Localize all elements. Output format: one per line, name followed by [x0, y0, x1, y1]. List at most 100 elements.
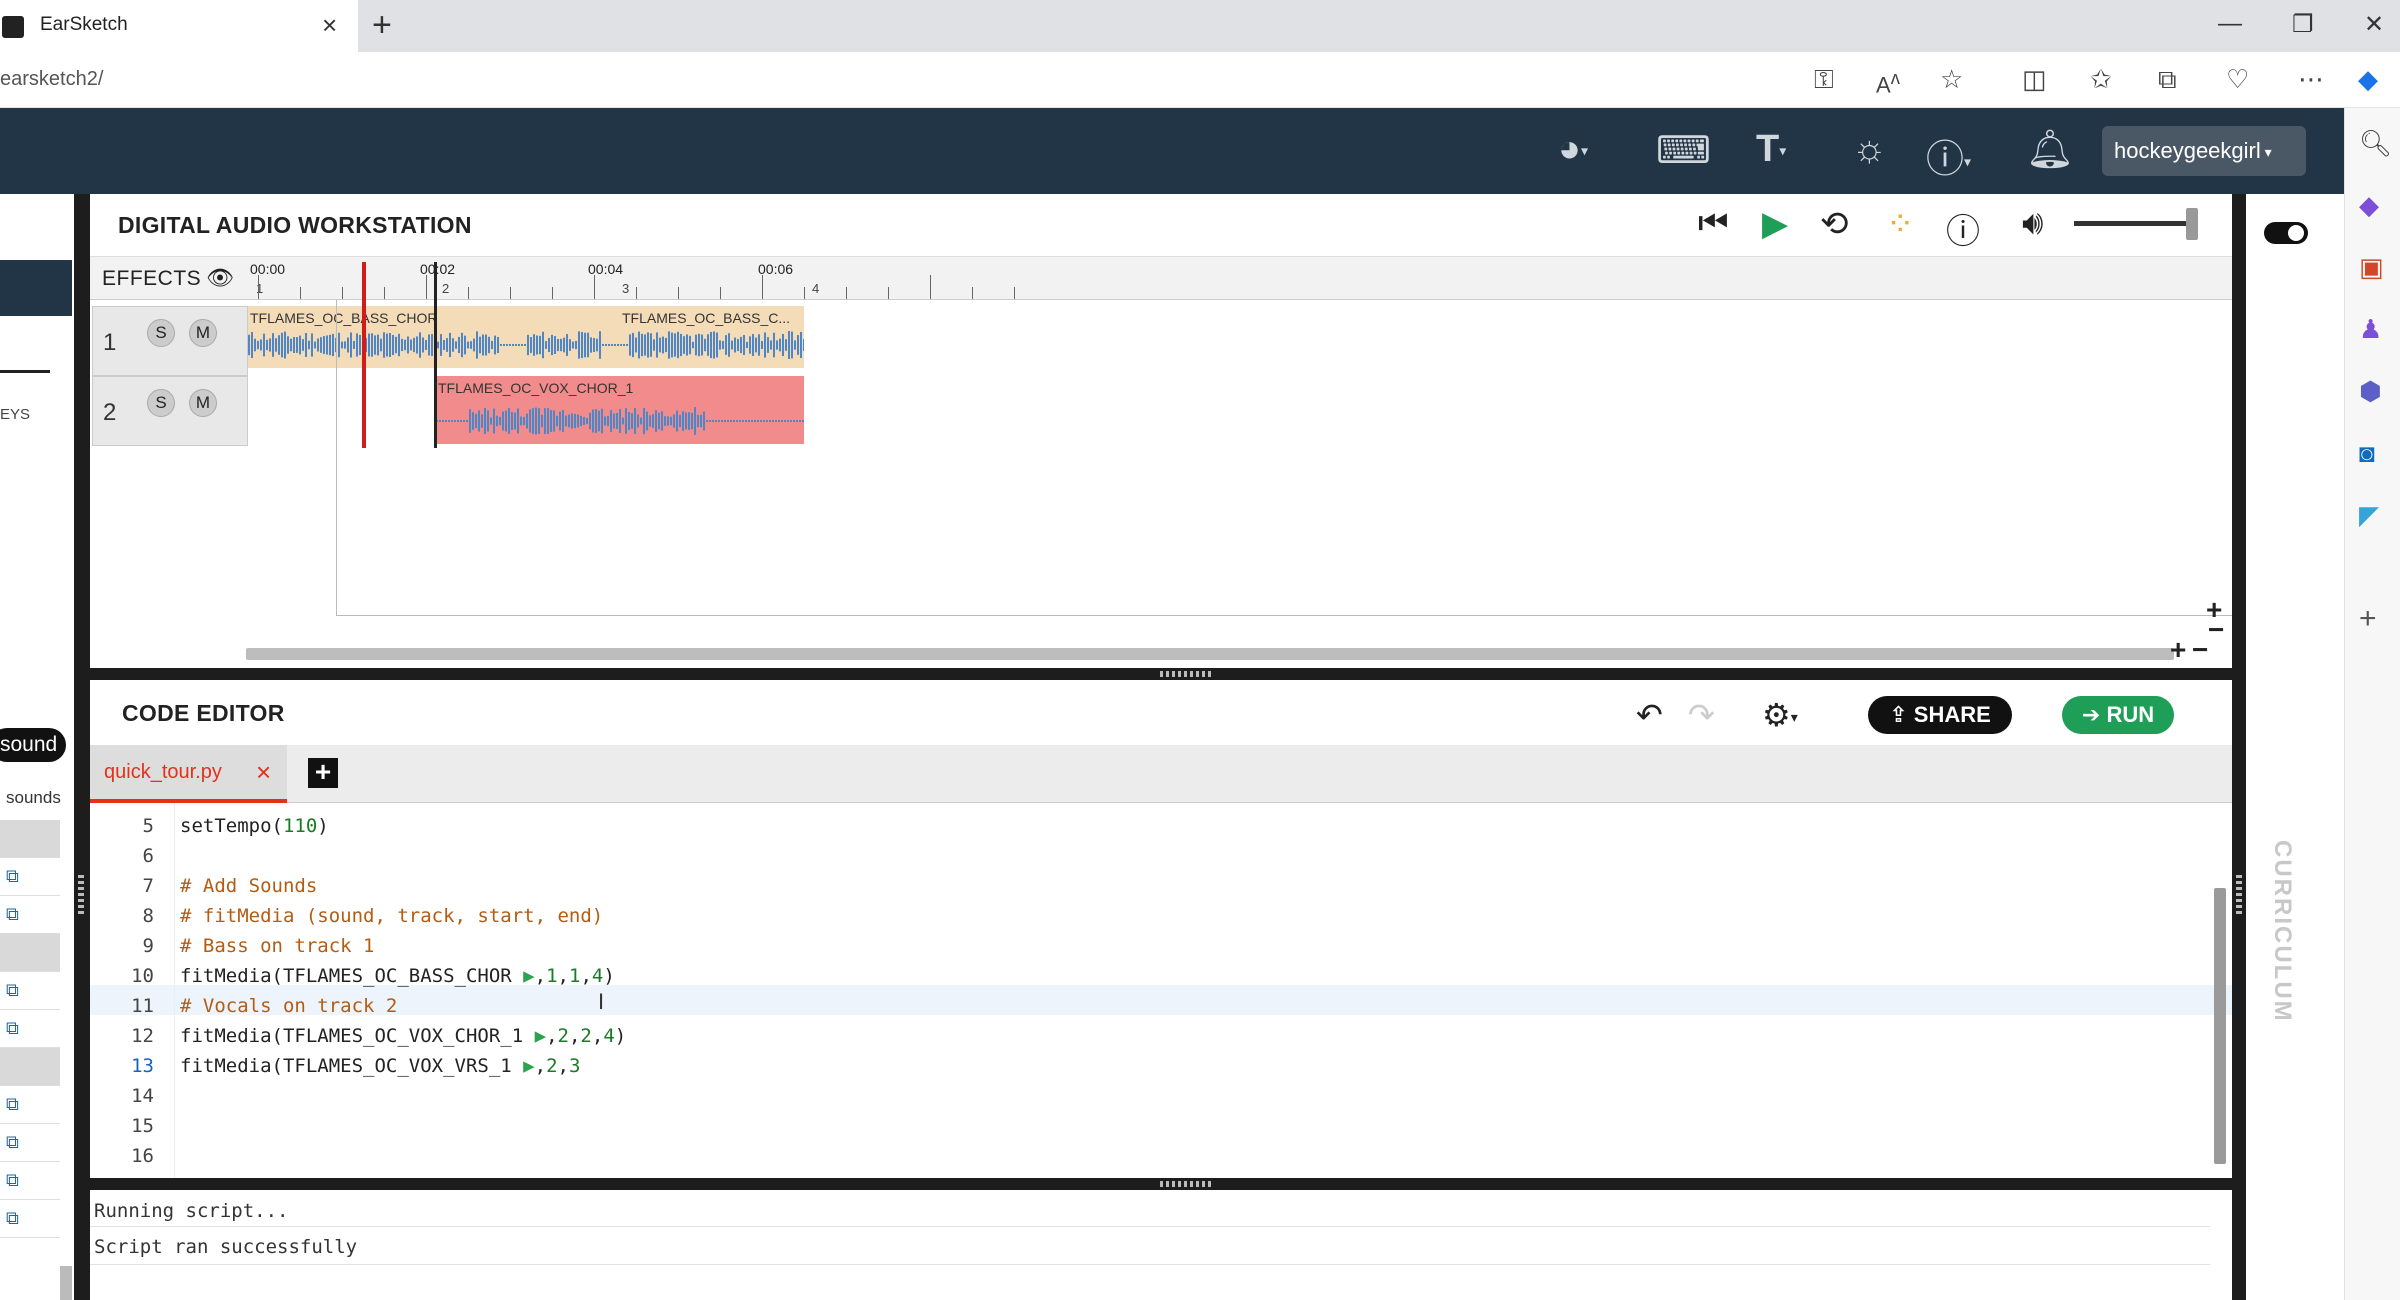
horizontal-zoom-in-button[interactable]: + [2170, 634, 2186, 666]
timeline-scrollbar[interactable] [246, 648, 2174, 660]
code-token: , [546, 1025, 558, 1047]
horizontal-zoom-out-button[interactable]: − [2192, 634, 2208, 666]
play-icon[interactable]: ▶ [1762, 204, 1788, 244]
sound-filter-pill[interactable]: sound [0, 728, 66, 762]
read-aloud-icon[interactable]: Aʌ [1876, 67, 1900, 98]
curriculum-label[interactable]: CURRICULUM [2268, 840, 2296, 1023]
sound-row[interactable]: ⧉ [0, 1010, 60, 1048]
eye-icon[interactable]: 👁︎ [206, 265, 234, 291]
browser-tab[interactable]: EarSketch × [0, 0, 358, 52]
playhead-marker[interactable] [362, 262, 366, 448]
loop-icon[interactable]: ⟲ [1820, 204, 1849, 244]
browser-essentials-icon[interactable]: ♡ [2226, 64, 2249, 95]
games-icon[interactable]: ♟ [2359, 314, 2382, 345]
copy-icon[interactable]: ⧉ [6, 980, 19, 1001]
info-icon[interactable]: ⓘ▾ [1926, 128, 1971, 183]
preview-play-icon[interactable]: ▶ [535, 1025, 546, 1047]
copilot-icon[interactable]: ◆ [2358, 64, 2378, 95]
microsoft365-icon[interactable]: ⬢ [2359, 376, 2382, 407]
add-sidebar-app-icon[interactable]: + [2359, 602, 2377, 636]
copy-icon[interactable]: ⧉ [6, 1170, 19, 1191]
drop-icon[interactable]: ◤ [2359, 500, 2379, 531]
volume-icon[interactable]: 🔊︎ [2022, 204, 2043, 243]
outlook-icon[interactable]: ◙ [2359, 438, 2375, 469]
preview-play-icon[interactable]: ▶ [523, 1055, 534, 1077]
run-button[interactable]: ➔ RUN [2062, 696, 2174, 734]
layout-toggle[interactable] [2264, 222, 2308, 244]
key-icon[interactable]: ⚿ [1814, 64, 1834, 96]
timeline-area[interactable] [336, 300, 2298, 616]
editor-console-splitter[interactable] [90, 1178, 2232, 1190]
left-panel-divider[interactable] [74, 194, 90, 1300]
tools-icon[interactable]: ▣ [2359, 252, 2384, 283]
sound-row[interactable]: ⧉ [0, 1086, 60, 1124]
panel-scrollbar[interactable] [60, 1266, 72, 1300]
sound-row[interactable]: ⧉ [0, 858, 60, 896]
favorites-icon[interactable]: ✩ [2090, 64, 2112, 95]
sound-folder-row[interactable] [0, 820, 60, 858]
redo-icon[interactable]: ↷ [1688, 696, 1715, 734]
share-button[interactable]: ⇪ SHARE [1868, 696, 2012, 734]
favorite-star-icon[interactable]: ☆ [1940, 64, 1963, 95]
copy-icon[interactable]: ⧉ [6, 1132, 19, 1153]
mute-button[interactable]: M [189, 319, 217, 347]
bell-icon[interactable]: 🔔︎ [2026, 128, 2074, 172]
daw-editor-splitter[interactable] [90, 668, 2232, 680]
right-resize-grip[interactable] [2236, 874, 2242, 914]
preview-play-icon[interactable]: ▶ [523, 965, 534, 987]
waveform-bar [290, 338, 292, 352]
copy-icon[interactable]: ⧉ [6, 1018, 19, 1039]
shopping-icon[interactable]: ◆ [2359, 190, 2379, 221]
undo-icon[interactable]: ↶ [1636, 696, 1663, 734]
left-resize-grip[interactable] [78, 874, 84, 914]
effects-label[interactable]: EFFECTS [102, 267, 201, 291]
gear-icon[interactable]: ⚙▾ [1762, 696, 1798, 734]
copy-icon[interactable]: ⧉ [6, 904, 19, 925]
close-file-tab-button[interactable]: × [256, 757, 271, 788]
more-options-icon[interactable]: ⋯ [2298, 64, 2324, 95]
sound-row[interactable]: ⧉ [0, 1124, 60, 1162]
minimize-window-button[interactable]: — [2218, 10, 2242, 38]
right-panel-divider[interactable] [2232, 194, 2246, 1300]
copy-icon[interactable]: ⧉ [6, 1094, 19, 1115]
editor-scrollbar[interactable] [2214, 888, 2226, 1164]
solo-button[interactable]: S [147, 319, 175, 347]
keyboard-icon[interactable]: ⌨ [1656, 128, 1711, 173]
waveform-bar [302, 339, 304, 351]
sound-row[interactable]: ⧉ [0, 896, 60, 934]
new-file-tab-button[interactable]: + [308, 758, 338, 788]
resize-grip[interactable] [1160, 671, 1212, 677]
track-number: 2 [103, 399, 117, 426]
follow-playhead-icon[interactable]: ⁘ [1886, 204, 1915, 244]
close-window-button[interactable]: ✕ [2364, 10, 2384, 39]
sound-row[interactable]: ⧉ [0, 972, 60, 1010]
close-tab-button[interactable]: × [322, 10, 337, 41]
volume-slider-handle[interactable] [2186, 208, 2198, 240]
sound-folder-row[interactable] [0, 934, 60, 972]
copy-icon[interactable]: ⧉ [6, 1208, 19, 1229]
search-icon[interactable]: 🔍︎ [2359, 128, 2392, 159]
collections-icon[interactable]: ⧉ [2158, 64, 2177, 96]
new-tab-button[interactable]: + [372, 6, 392, 45]
resize-grip[interactable] [1160, 1181, 1212, 1187]
mute-button[interactable]: M [189, 389, 217, 417]
sound-row[interactable]: ⧉ [0, 1200, 60, 1238]
vertical-zoom-out-button[interactable]: − [2208, 614, 2224, 646]
restore-window-button[interactable]: ❐ [2292, 10, 2314, 39]
globe-icon[interactable]: ◕▾ [1558, 128, 1588, 171]
code-area[interactable]: 45setTempo(110)67# Add Sounds8# fitMedia… [90, 803, 2232, 1178]
sound-folder-row[interactable] [0, 1048, 60, 1086]
user-menu-button[interactable]: hockeygeekgirl ▾ [2102, 126, 2306, 176]
brightness-icon[interactable]: ☼ [1852, 128, 1887, 171]
rewind-icon[interactable]: ⏮ [1698, 204, 1729, 243]
code-token: fitMedia(TFLAMES_OC_VOX_CHOR_1 [180, 1025, 535, 1047]
url-field[interactable]: earsketch2/ [0, 68, 103, 91]
file-tab[interactable]: quick_tour.py × [90, 745, 287, 803]
volume-slider[interactable] [2074, 221, 2194, 226]
sound-row[interactable]: ⧉ [0, 1162, 60, 1200]
font-size-icon[interactable]: T▾ [1756, 128, 1786, 171]
split-screen-icon[interactable]: ◫ [2022, 64, 2047, 95]
copy-icon[interactable]: ⧉ [6, 866, 19, 887]
solo-button[interactable]: S [147, 389, 175, 417]
metronome-icon[interactable]: ⓘ [1946, 204, 1980, 253]
